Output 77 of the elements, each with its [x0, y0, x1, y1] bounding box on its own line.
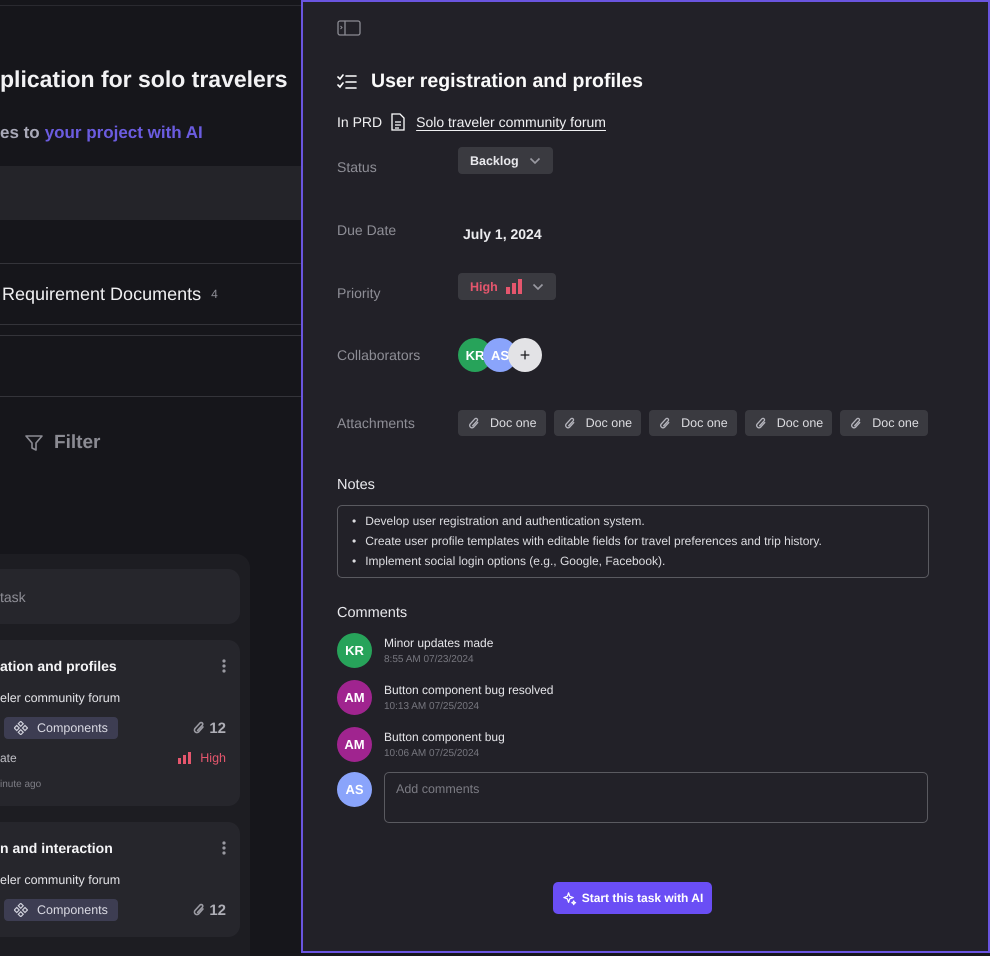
- field-label: Collaborators: [337, 347, 422, 363]
- avatar: AS: [337, 772, 372, 807]
- comments-heading: Comments: [337, 605, 408, 621]
- task-card[interactable]: ation and profiles eler community forum Components 12 ate High inute ago: [0, 640, 240, 806]
- prd-link[interactable]: Solo traveler community forum: [416, 114, 606, 130]
- section-title: Requirement Documents: [2, 284, 202, 304]
- bullet-mark: •: [352, 513, 356, 530]
- comment-time: 10:06 AM 07/25/2024: [384, 748, 480, 759]
- notes-box[interactable]: [337, 505, 929, 578]
- paperclip-icon: [562, 416, 577, 430]
- priority-bars-icon: [178, 752, 192, 764]
- subtitle-link[interactable]: your project with AI: [44, 123, 203, 143]
- checklist-icon: [337, 74, 357, 90]
- bullet-mark: •: [352, 533, 356, 550]
- comment-text: Button component bug: [384, 730, 505, 744]
- filter-icon: [24, 433, 44, 453]
- attachment-chip[interactable]: Doc one: [554, 410, 642, 436]
- attachment-chip[interactable]: Doc one: [744, 410, 832, 436]
- section-count: 4: [211, 287, 218, 301]
- card-status: ate: [0, 751, 17, 765]
- paperclip-icon: [467, 416, 481, 430]
- start-with-ai-button[interactable]: Start this task with AI: [552, 882, 712, 914]
- component-icon: [14, 721, 28, 735]
- updated-time: inute ago: [0, 779, 42, 790]
- add-collaborator-button[interactable]: +: [508, 338, 542, 372]
- chevron-down-icon: [532, 282, 544, 290]
- note-item: Implement social login options (e.g., Google, Facebook).: [365, 553, 666, 570]
- field-label: Status: [337, 158, 378, 175]
- paperclip-icon: [849, 416, 864, 430]
- priority-label: High: [178, 751, 226, 765]
- due-date-value[interactable]: July 1, 2024: [458, 218, 542, 242]
- component-tag: Components: [4, 717, 118, 739]
- more-icon[interactable]: [222, 659, 226, 673]
- card-title: n and interaction: [0, 840, 113, 856]
- paperclip-icon: [192, 902, 206, 918]
- note-item: Create user profile templates with editable fields for travel preferences and trip history.: [365, 533, 822, 550]
- status-dropdown[interactable]: Backlog: [458, 147, 553, 174]
- comment-text: Button component bug resolved: [384, 683, 554, 697]
- task-title: User registration and profiles: [371, 70, 643, 93]
- notes-heading: Notes: [337, 477, 376, 493]
- priority-bars-icon: [506, 279, 524, 294]
- task-card[interactable]: n and interaction eler community forum Components 12: [0, 822, 240, 937]
- attachment-count: 12: [192, 902, 226, 918]
- card-prd: eler community forum: [0, 691, 122, 705]
- paperclip-icon: [192, 720, 206, 736]
- field-label: Due Date: [337, 221, 398, 238]
- card-title: ation and profiles: [0, 658, 117, 674]
- avatar: KR: [337, 633, 372, 668]
- filter-button[interactable]: Filter: [24, 432, 100, 454]
- component-tag: Components: [4, 899, 118, 921]
- avatar: AM: [337, 727, 372, 762]
- sidebar-toggle-icon[interactable]: [337, 20, 361, 36]
- note-item: Develop user registration and authentication system.: [365, 513, 645, 530]
- field-label: Attachments: [337, 415, 416, 431]
- bullet-mark: •: [352, 553, 356, 570]
- more-icon[interactable]: [222, 841, 226, 855]
- comment-time: 10:13 AM 07/25/2024: [384, 701, 480, 712]
- sparkle-icon: [562, 890, 577, 906]
- attachment-chip[interactable]: Doc one: [840, 410, 928, 436]
- comment-input[interactable]: Add comments: [384, 772, 928, 823]
- attachment-count: 12: [192, 720, 226, 736]
- document-icon: [391, 113, 406, 131]
- paperclip-icon: [754, 416, 768, 430]
- paperclip-icon: [658, 416, 672, 430]
- attachment-chip[interactable]: Doc one: [458, 410, 546, 436]
- card-prd: eler community forum: [0, 873, 122, 887]
- subtitle-text: es to: [0, 123, 40, 143]
- add-task-button[interactable]: task: [0, 569, 240, 624]
- attachment-chip[interactable]: Doc one: [649, 410, 737, 436]
- comment-time: 8:55 AM 07/23/2024: [384, 654, 475, 665]
- prd-label: In PRD: [337, 114, 382, 130]
- comment-text: Minor updates made: [384, 636, 494, 650]
- field-label: Priority: [337, 284, 382, 301]
- avatar: AM: [337, 680, 372, 715]
- chevron-down-icon: [528, 156, 541, 164]
- page-title: plication for solo travelers: [0, 66, 289, 93]
- component-icon: [14, 903, 28, 917]
